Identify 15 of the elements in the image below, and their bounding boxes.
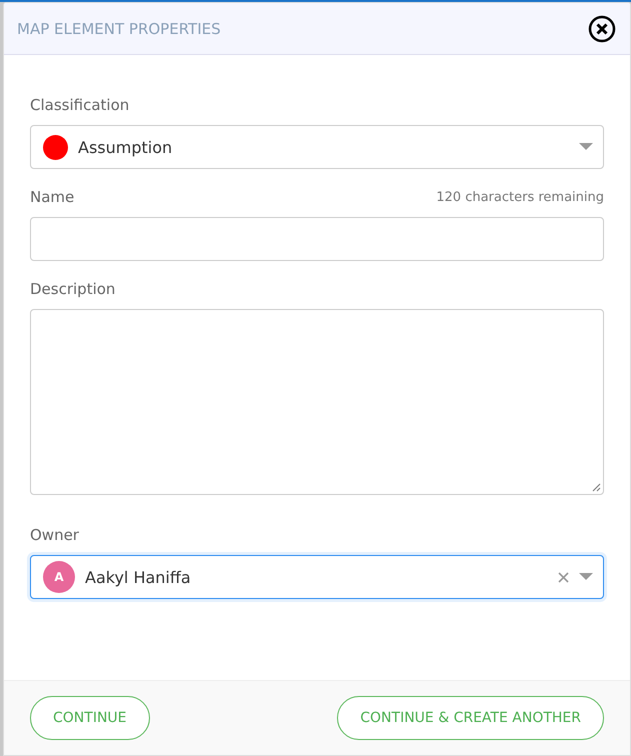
dialog-title: MAP ELEMENT PROPERTIES xyxy=(17,20,221,38)
owner-select[interactable]: A Aakyl Haniffa xyxy=(30,555,604,599)
avatar: A xyxy=(43,561,75,593)
field-label: Owner xyxy=(30,526,79,544)
resize-grip-icon[interactable] xyxy=(591,482,601,492)
character-counter: 120 characters remaining xyxy=(436,190,604,204)
caret-icon[interactable] xyxy=(579,573,593,581)
classification-select[interactable]: Assumption xyxy=(30,125,604,169)
caret-icon[interactable] xyxy=(579,143,593,151)
field-label: Classification xyxy=(30,96,130,114)
clear-icon[interactable] xyxy=(558,572,569,582)
close-icon[interactable] xyxy=(588,14,616,42)
field-label: Name xyxy=(30,188,74,206)
name-input[interactable] xyxy=(30,217,604,261)
field-label: Description xyxy=(30,280,116,298)
